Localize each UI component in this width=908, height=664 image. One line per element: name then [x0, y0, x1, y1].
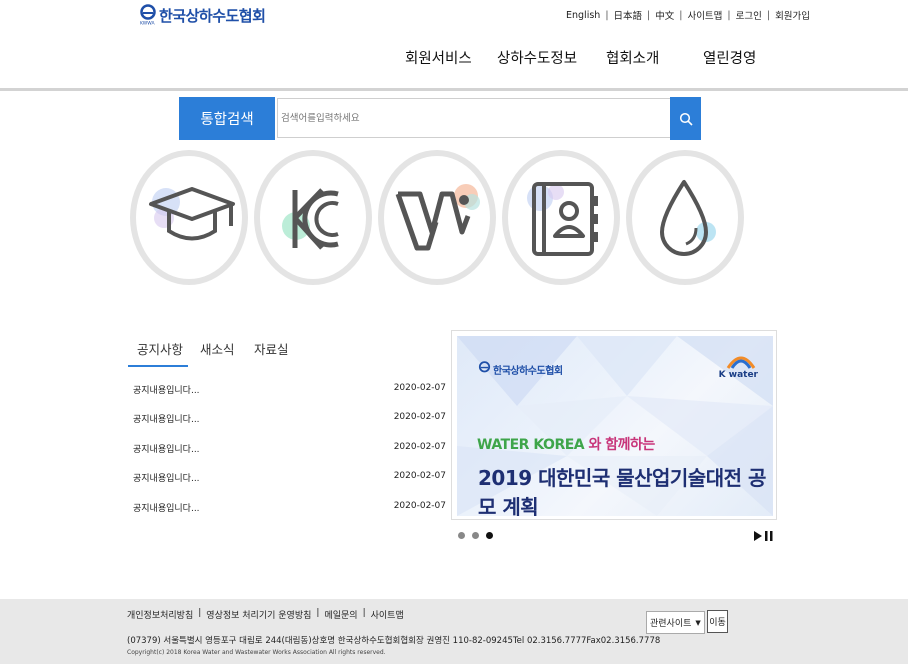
notice-date: 2020-02-07	[393, 501, 446, 511]
banner-title: 2019 대한민국 물산업기술대전 공모 계획	[478, 466, 766, 516]
banner-headline-rest: 와 함께하는	[584, 437, 656, 453]
notice-title: 공지내용입니다...	[133, 474, 200, 484]
notice-title: 공지내용입니다...	[133, 504, 200, 514]
util-japanese[interactable]: 日本語	[614, 8, 643, 22]
play-icon[interactable]	[754, 531, 762, 541]
notice-date: 2020-02-07	[393, 383, 446, 393]
util-login[interactable]: 로그인	[736, 8, 762, 22]
play-pause-control[interactable]	[754, 531, 773, 541]
banner-pagination	[458, 532, 493, 539]
slide-dot-3[interactable]	[486, 532, 493, 539]
utility-links: English | 日本語 | 中文 | 사이트맵 | 로그인 | 회원가입	[566, 8, 811, 23]
tab-notice[interactable]: 공지사항	[137, 339, 183, 358]
quick-link-education[interactable]	[130, 150, 248, 285]
nav-about[interactable]: 협회소개	[606, 47, 659, 68]
list-item[interactable]: 공지내용입니다... 2020-02-07	[133, 471, 446, 485]
slide-dot-1[interactable]	[458, 532, 465, 539]
notice-date: 2020-02-07	[393, 412, 446, 422]
banner-image: 한국상하수도협회 K water WATER KOREA 와 함께하는 2019…	[457, 336, 773, 516]
logo-mark-icon: KWWA	[140, 4, 156, 27]
related-sites-value: 관련사이트	[650, 619, 692, 629]
quick-link-water-korea[interactable]	[378, 150, 496, 285]
footer: 개인정보처리방침 | 영상정보 처리기기 운영방침 | 메일문의 | 사이트맵 (07…	[0, 599, 908, 664]
address-book-icon	[527, 182, 598, 256]
kc-mark-icon	[282, 188, 339, 250]
site-logo[interactable]: KWWA 한국상하수도협회	[139, 4, 266, 27]
search-button[interactable]	[670, 97, 701, 140]
quick-link-water-drop[interactable]	[626, 150, 744, 285]
partner-name: K water	[718, 370, 758, 380]
chevron-down-icon: ▼	[695, 618, 701, 627]
related-sites-select[interactable]: 관련사이트 ▼	[646, 611, 705, 634]
list-item[interactable]: 공지내용입니다... 2020-02-07	[133, 442, 446, 456]
notice-title: 공지내용입니다...	[133, 445, 200, 455]
util-signup[interactable]: 회원가입	[775, 8, 810, 22]
nav-water-info[interactable]: 상하수도정보	[497, 47, 577, 68]
logo-text: 한국상하수도협회	[159, 6, 266, 25]
footer-link-privacy[interactable]: 개인정보처리방침	[127, 608, 193, 621]
banner-slide[interactable]: 한국상하수도협회 K water WATER KOREA 와 함께하는 2019…	[451, 330, 777, 520]
search-input[interactable]	[277, 98, 671, 138]
notice-date: 2020-02-07	[393, 471, 446, 481]
header-divider	[0, 88, 908, 91]
notice-title: 공지내용입니다...	[133, 415, 200, 425]
quick-link-member-directory[interactable]	[502, 150, 620, 285]
banner-logo-text: 한국상하수도협회	[493, 365, 563, 377]
slide-dot-2[interactable]	[472, 532, 479, 539]
footer-copyright: Copyright(c) 2018 Korea Water and Wastew…	[127, 649, 386, 656]
footer-link-sitemap[interactable]: 사이트맵	[371, 608, 404, 621]
banner-headline: WATER KOREA 와 함께하는	[477, 434, 655, 454]
notice-date: 2020-02-07	[393, 442, 446, 452]
go-button[interactable]: 이동	[707, 610, 728, 633]
w-logo-icon	[395, 184, 480, 251]
tab-archive[interactable]: 자료실	[254, 339, 289, 358]
notice-title: 공지내용입니다...	[133, 386, 200, 396]
footer-link-mail[interactable]: 메일문의	[324, 608, 357, 621]
footer-links: 개인정보처리방침 | 영상정보 처리기기 운영방침 | 메일문의 | 사이트맵	[127, 608, 404, 621]
util-chinese[interactable]: 中文	[655, 8, 674, 22]
list-item[interactable]: 공지내용입니다... 2020-02-07	[133, 501, 446, 515]
svg-text:KWWA: KWWA	[140, 21, 155, 27]
kwater-logo-icon	[726, 356, 756, 369]
active-tab-indicator	[128, 365, 188, 367]
list-item[interactable]: 공지내용입니다... 2020-02-07	[133, 383, 446, 397]
main-nav: 회원서비스 상하수도정보 협회소개 열린경영	[0, 47, 908, 69]
quick-link-kc[interactable]	[254, 150, 372, 285]
nav-open-management[interactable]: 열린경영	[703, 47, 756, 68]
footer-link-cctv[interactable]: 영상정보 처리기기 운영방침	[206, 608, 311, 621]
footer-address: (07379) 서울특별시 영등포구 대림로 244(대림동)상호명 한국상하수…	[127, 636, 661, 646]
list-item[interactable]: 공지내용입니다... 2020-02-07	[133, 412, 446, 426]
water-drop-icon	[660, 180, 716, 256]
page: KWWA 한국상하수도협회 English | 日本語 | 中文 | 사이트맵 | 로그…	[0, 0, 908, 664]
util-sitemap[interactable]: 사이트맵	[687, 8, 722, 22]
banner-logo: 한국상하수도협회	[478, 361, 563, 377]
tab-news[interactable]: 새소식	[200, 339, 235, 358]
util-english[interactable]: English	[566, 10, 600, 21]
search-label: 통합검색	[179, 97, 275, 140]
board-tabs: 공지사항 새소식 자료실	[128, 339, 298, 367]
search-icon	[679, 112, 693, 126]
pause-icon[interactable]	[765, 531, 773, 541]
nav-member-service[interactable]: 회원서비스	[405, 47, 472, 68]
banner-headline-brand: WATER KOREA	[477, 437, 585, 453]
logo-mark-icon	[478, 361, 491, 373]
graduation-cap-icon	[149, 187, 235, 241]
